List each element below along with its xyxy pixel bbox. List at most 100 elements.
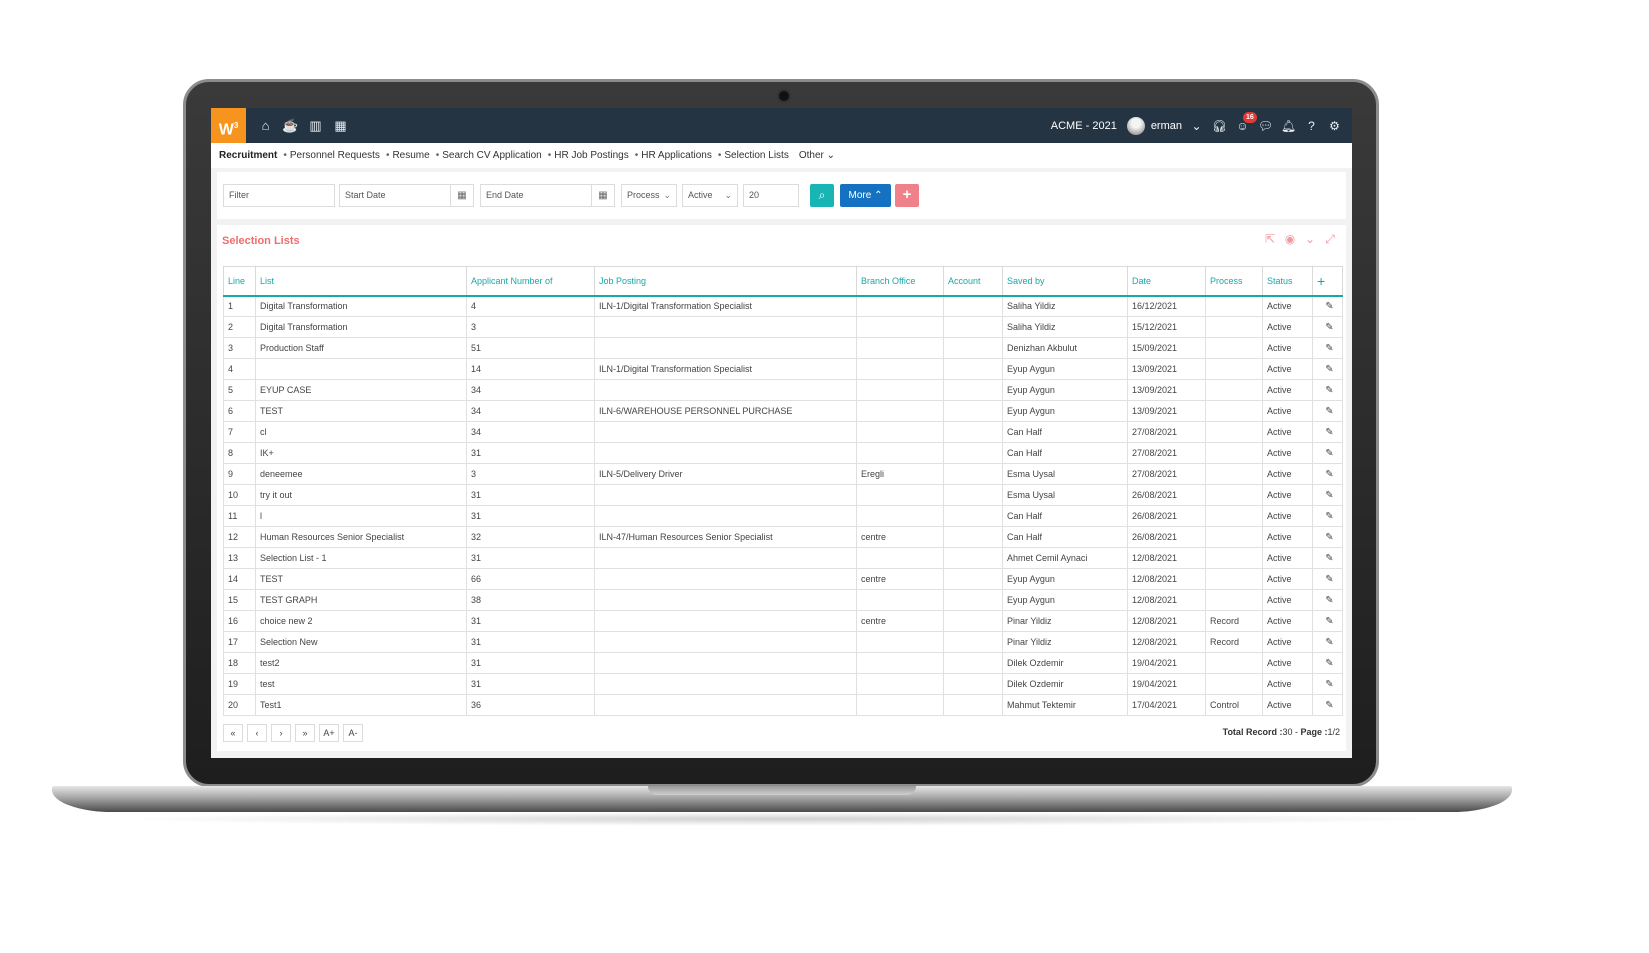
cell-saved-by[interactable]: Esma Uysal (1002, 463, 1128, 485)
pencil-icon[interactable]: ✎ (1312, 295, 1343, 317)
table-row[interactable]: 18 test2 31 Dilek Ozdemir 19/04/2021 Active ✎ (223, 652, 1343, 674)
process-select[interactable]: Process ⌄ (621, 184, 677, 207)
export-icon[interactable]: ⇱ (1260, 232, 1280, 247)
table-row[interactable]: 13 Selection List - 1 31 Ahmet Cemil Aynaci… (223, 547, 1343, 569)
table-row[interactable]: 5 EYUP CASE 34 Eyup Aygun 13/09/2021 Active ✎ (223, 379, 1343, 401)
start-date-calendar-icon[interactable]: ▦ (451, 184, 474, 207)
subnav-recruitment[interactable]: Recruitment (219, 150, 277, 161)
prev-page-button[interactable]: ‹ (247, 724, 267, 742)
calendar-icon[interactable]: ▦ (328, 108, 353, 143)
end-date-input[interactable]: End Date (480, 184, 592, 207)
col-list[interactable]: List (255, 266, 467, 297)
cell-saved-by[interactable]: Saliha Yildiz (1002, 295, 1128, 317)
cell-saved-by[interactable]: Eyup Aygun (1002, 379, 1128, 401)
pencil-icon[interactable]: ✎ (1312, 526, 1343, 548)
cell-list[interactable]: Selection New (255, 631, 467, 653)
chart-icon[interactable]: ▥ (303, 108, 328, 143)
add-button[interactable]: + (895, 184, 919, 207)
cell-saved-by[interactable]: Eyup Aygun (1002, 400, 1128, 422)
table-row[interactable]: 17 Selection New 31 Pinar Yildiz 12/08/2021 R… (223, 631, 1343, 653)
cell-saved-by[interactable]: Can Half (1002, 526, 1128, 548)
table-row[interactable]: 3 Production Staff 51 Denizhan Akbulut 15/09… (223, 337, 1343, 359)
cell-saved-by[interactable]: Mahmut Tektemir (1002, 694, 1128, 716)
subnav-other[interactable]: Other ⌄ (799, 150, 835, 161)
cell-saved-by[interactable]: Eyup Aygun (1002, 358, 1128, 380)
font-decrease-button[interactable]: A- (343, 724, 363, 742)
pencil-icon[interactable]: ✎ (1312, 379, 1343, 401)
table-row[interactable]: 2 Digital Transformation 3 Saliha Yildiz 15/… (223, 316, 1343, 338)
cell-list[interactable]: Production Staff (255, 337, 467, 359)
cell-list[interactable]: Human Resources Senior Specialist (255, 526, 467, 548)
col-branch-office[interactable]: Branch Office (856, 266, 944, 297)
subnav-selection-lists[interactable]: • Selection Lists (718, 150, 789, 161)
col-saved-by[interactable]: Saved by (1002, 266, 1128, 297)
last-page-button[interactable]: » (295, 724, 315, 742)
end-date-calendar-icon[interactable]: ▦ (592, 184, 615, 207)
table-row[interactable]: 19 test 31 Dilek Ozdemir 19/04/2021 Active ✎ (223, 673, 1343, 695)
pencil-icon[interactable]: ✎ (1312, 316, 1343, 338)
cell-list[interactable]: Digital Transformation (255, 316, 467, 338)
cell-list[interactable]: test2 (255, 652, 467, 674)
smiley-icon[interactable]: ☺ 16 (1231, 111, 1257, 133)
cell-list[interactable]: Test1 (255, 694, 467, 716)
col-line[interactable]: Line (223, 266, 256, 297)
status-select[interactable]: Active ⌄ (682, 184, 738, 207)
col-applicant-number[interactable]: Applicant Number of (466, 266, 595, 297)
cell-saved-by[interactable]: Ahmet Cemil Aynaci (1002, 547, 1128, 569)
pencil-icon[interactable]: ✎ (1312, 358, 1343, 380)
cell-list[interactable]: TEST (255, 400, 467, 422)
cell-list[interactable]: choice new 2 (255, 610, 467, 632)
cell-saved-by[interactable]: Esma Uysal (1002, 484, 1128, 506)
subnav-personnel-requests[interactable]: • Personnel Requests (283, 150, 380, 161)
pencil-icon[interactable]: ✎ (1312, 463, 1343, 485)
headset-icon[interactable]: 🎧︎ (1208, 119, 1231, 133)
table-row[interactable]: 8 IK+ 31 Can Half 27/08/2021 Active ✎ (223, 442, 1343, 464)
pencil-icon[interactable]: ✎ (1312, 652, 1343, 674)
pencil-icon[interactable]: ✎ (1312, 568, 1343, 590)
font-increase-button[interactable]: A+ (319, 724, 339, 742)
bell-icon[interactable]: 🔔︎ (1277, 119, 1300, 133)
table-row[interactable]: 12 Human Resources Senior Specialist 32 ILN… (223, 526, 1343, 548)
eye-icon[interactable]: ◉ (1280, 232, 1300, 247)
pencil-icon[interactable]: ✎ (1312, 673, 1343, 695)
cell-list[interactable]: cl (255, 421, 467, 443)
pencil-icon[interactable]: ✎ (1312, 400, 1343, 422)
more-button[interactable]: More ⌃ (840, 184, 891, 207)
avatar[interactable] (1126, 116, 1145, 135)
pencil-icon[interactable]: ✎ (1312, 484, 1343, 506)
collapse-icon[interactable]: ⌄ (1300, 232, 1320, 247)
filter-input[interactable]: Filter (223, 184, 335, 207)
add-row-icon[interactable]: + (1312, 266, 1343, 297)
col-process[interactable]: Process (1205, 266, 1263, 297)
table-row[interactable]: 14 TEST 66 centre Eyup Aygun 12/08/2021 Active… (223, 568, 1343, 590)
table-row[interactable]: 1 Digital Transformation 4 ILN-1/Digital Tr… (223, 295, 1343, 317)
start-date-input[interactable]: Start Date (339, 184, 451, 207)
cell-list[interactable]: TEST GRAPH (255, 589, 467, 611)
chat-icon[interactable]: 💬︎ (1254, 119, 1277, 133)
table-row[interactable]: 10 try it out 31 Esma Uysal 26/08/2021 Active… (223, 484, 1343, 506)
table-row[interactable]: 11 l 31 Can Half 26/08/2021 Active ✎ (223, 505, 1343, 527)
expand-icon[interactable]: ⤢ (1320, 232, 1340, 247)
gear-icon[interactable]: ⚙ (1323, 119, 1346, 133)
home-icon[interactable]: ⌂ (253, 108, 278, 143)
user-name[interactable]: erman (1151, 120, 1182, 132)
cell-list[interactable] (255, 358, 467, 380)
col-date[interactable]: Date (1127, 266, 1206, 297)
chevron-down-icon[interactable]: ⌄ (1185, 119, 1208, 133)
cell-saved-by[interactable]: Saliha Yildiz (1002, 316, 1128, 338)
cell-saved-by[interactable]: Dilek Ozdemir (1002, 673, 1128, 695)
pencil-icon[interactable]: ✎ (1312, 631, 1343, 653)
pencil-icon[interactable]: ✎ (1312, 421, 1343, 443)
pencil-icon[interactable]: ✎ (1312, 610, 1343, 632)
cell-saved-by[interactable]: Eyup Aygun (1002, 568, 1128, 590)
table-row[interactable]: 7 cl 34 Can Half 27/08/2021 Active ✎ (223, 421, 1343, 443)
first-page-button[interactable]: « (223, 724, 243, 742)
table-row[interactable]: 6 TEST 34 ILN-6/WAREHOUSE PERSONNEL PURCHAS… (223, 400, 1343, 422)
coffee-icon[interactable]: ☕ (278, 108, 303, 143)
cell-saved-by[interactable]: Denizhan Akbulut (1002, 337, 1128, 359)
pencil-icon[interactable]: ✎ (1312, 505, 1343, 527)
cell-list[interactable]: TEST (255, 568, 467, 590)
subnav-search-cv[interactable]: • Search CV Application (436, 150, 542, 161)
cell-saved-by[interactable]: Pinar Yildiz (1002, 610, 1128, 632)
cell-saved-by[interactable]: Pinar Yildiz (1002, 631, 1128, 653)
